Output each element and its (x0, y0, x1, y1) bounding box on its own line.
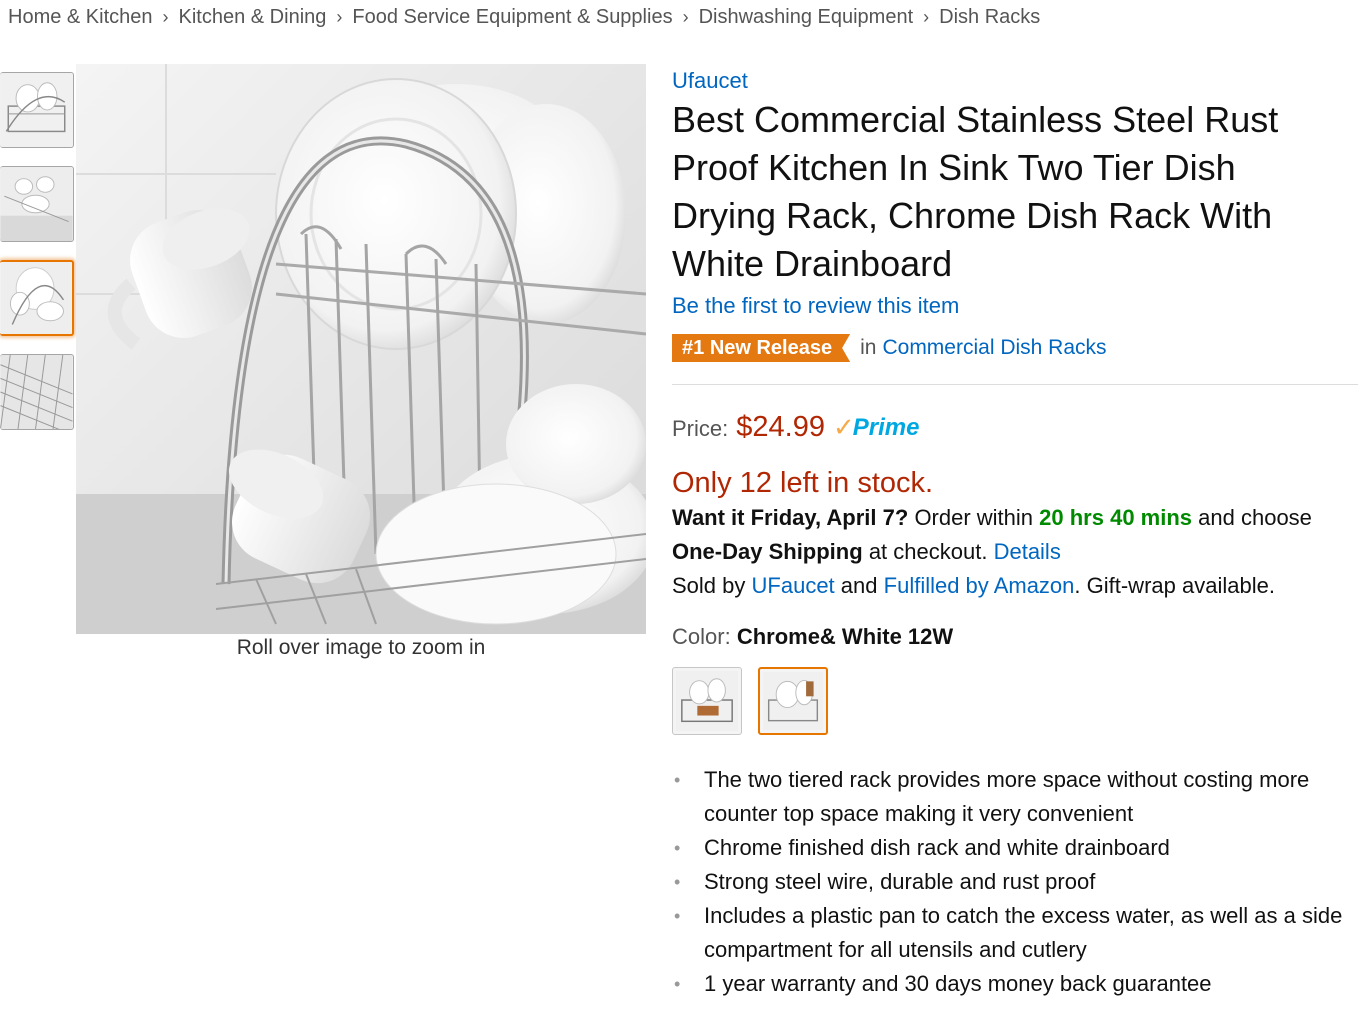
color-swatches (672, 667, 1360, 735)
badge-category-link[interactable]: Commercial Dish Racks (882, 336, 1106, 360)
and-text: and (840, 573, 878, 598)
dish-rack-photo (76, 64, 646, 634)
delivery-date: Want it Friday, April 7? (672, 505, 909, 530)
badge-label: New Release (709, 337, 833, 359)
prime-badge[interactable]: ✓ Prime (832, 412, 920, 442)
zoom-hint: Roll over image to zoom in (236, 636, 486, 659)
seller-link[interactable]: UFaucet (752, 573, 835, 598)
product-thumbnail-image (0, 73, 73, 147)
breadcrumb-food-service[interactable]: Food Service Equipment & Supplies (352, 6, 672, 29)
shipping-option: One-Day Shipping (672, 539, 863, 564)
color-label: Color: (672, 624, 731, 649)
badge-in-text: in (860, 336, 877, 359)
product-thumbnail-image (0, 355, 73, 429)
thumbnail-3[interactable] (0, 260, 74, 336)
divider (672, 384, 1358, 385)
breadcrumb-dishwashing[interactable]: Dishwashing Equipment (699, 6, 914, 29)
feature-bullet: Strong steel wire, durable and rust proo… (672, 865, 1358, 899)
product-thumbnail-image (0, 167, 73, 241)
color-value: Chrome& White 12W (736, 624, 954, 649)
thumbnail-2[interactable] (0, 166, 74, 242)
thumbnail-4[interactable] (0, 354, 74, 430)
swatch-image (676, 671, 738, 731)
feature-bullets: The two tiered rack provides more space … (672, 763, 1358, 1001)
product-title: Best Commercial Stainless Steel Rust Pro… (672, 99, 1279, 284)
prime-label: Prime (852, 413, 920, 441)
review-link[interactable]: Be the first to review this item (672, 290, 1360, 322)
breadcrumb-separator: › (336, 6, 343, 27)
breadcrumb-home-kitchen[interactable]: Home & Kitchen (8, 6, 153, 29)
breadcrumb-kitchen-dining[interactable]: Kitchen & Dining (179, 6, 327, 29)
product-thumbnail-image (0, 262, 72, 334)
stock-status: Only 12 left in stock. (672, 467, 934, 499)
product-details: Ufaucet Best Commercial Stainless Steel … (672, 66, 1360, 1001)
breadcrumb-separator: › (923, 6, 930, 27)
breadcrumb-separator: › (162, 6, 169, 27)
fulfilled-by-amazon-link[interactable]: Fulfilled by Amazon (884, 573, 1075, 598)
new-release-badge[interactable]: #1 New Release (672, 334, 850, 362)
breadcrumb-dish-racks[interactable]: Dish Racks (939, 6, 1040, 29)
main-product-image[interactable] (76, 64, 646, 634)
breadcrumb: Home & Kitchen › Kitchen & Dining › Food… (8, 5, 1040, 29)
price-block: Price: $24.99 ✓ Prime (672, 411, 1360, 445)
and-choose-text: and choose (1198, 505, 1312, 530)
feature-bullet: Includes a plastic pan to catch the exce… (672, 899, 1358, 967)
breadcrumb-separator: › (682, 6, 689, 27)
color-swatch-1[interactable] (672, 667, 742, 735)
color-swatch-2[interactable] (758, 667, 828, 735)
feature-bullet: 1 year warranty and 30 days money back g… (672, 967, 1358, 1001)
color-selector: Color: Chrome& White 12W (672, 621, 1360, 653)
sold-by-text: Sold by (672, 573, 746, 598)
brand-link[interactable]: Ufaucet (672, 68, 748, 93)
gift-wrap-text: . Gift-wrap available. (1074, 573, 1275, 598)
details-link[interactable]: Details (994, 539, 1061, 564)
swatch-image (763, 672, 823, 730)
thumbnail-1[interactable] (0, 72, 74, 148)
at-checkout-text: at checkout. (868, 539, 988, 564)
badge-rank: #1 (682, 337, 705, 359)
feature-bullet: Chrome finished dish rack and white drai… (672, 831, 1358, 865)
delivery-countdown: 20 hrs 40 mins (1039, 505, 1193, 530)
prime-check-icon: ✓ (832, 412, 855, 442)
feature-bullet: The two tiered rack provides more space … (672, 763, 1358, 831)
price-label: Price: (672, 416, 729, 441)
delivery-message: Want it Friday, April 7? Order within 20… (672, 501, 1360, 603)
price-value: $24.99 (736, 411, 825, 443)
order-within-text: Order within (914, 505, 1034, 530)
best-seller-badge-row: #1 New Release in Commercial Dish Racks (672, 334, 1360, 362)
